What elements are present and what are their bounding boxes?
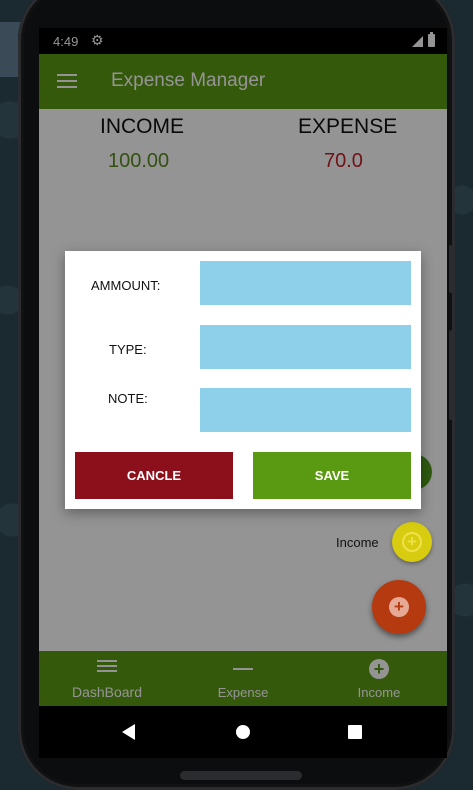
add-entry-dialog: AMMOUNT: TYPE: NOTE: CANCLE SAVE [65, 251, 421, 509]
save-button[interactable]: SAVE [253, 452, 411, 499]
system-navigation-bar [39, 706, 447, 758]
note-label: NOTE: [108, 391, 148, 406]
income-fab[interactable]: + [392, 522, 432, 562]
type-label: TYPE: [109, 342, 147, 357]
amount-label: AMMOUNT: [91, 278, 161, 293]
phone-speaker [180, 771, 302, 780]
main-add-fab[interactable]: + [372, 580, 426, 634]
note-input[interactable] [200, 388, 411, 432]
plus-icon: + [402, 532, 422, 552]
recents-icon[interactable] [348, 725, 362, 739]
fab-income-label: Income [336, 535, 379, 550]
amount-input[interactable] [200, 261, 411, 305]
power-button [449, 330, 455, 420]
cancel-button[interactable]: CANCLE [75, 452, 233, 499]
volume-button [449, 245, 455, 293]
type-input[interactable] [200, 325, 411, 369]
home-icon[interactable] [236, 725, 250, 739]
add-icon: + [389, 597, 409, 617]
back-icon[interactable] [122, 724, 135, 740]
